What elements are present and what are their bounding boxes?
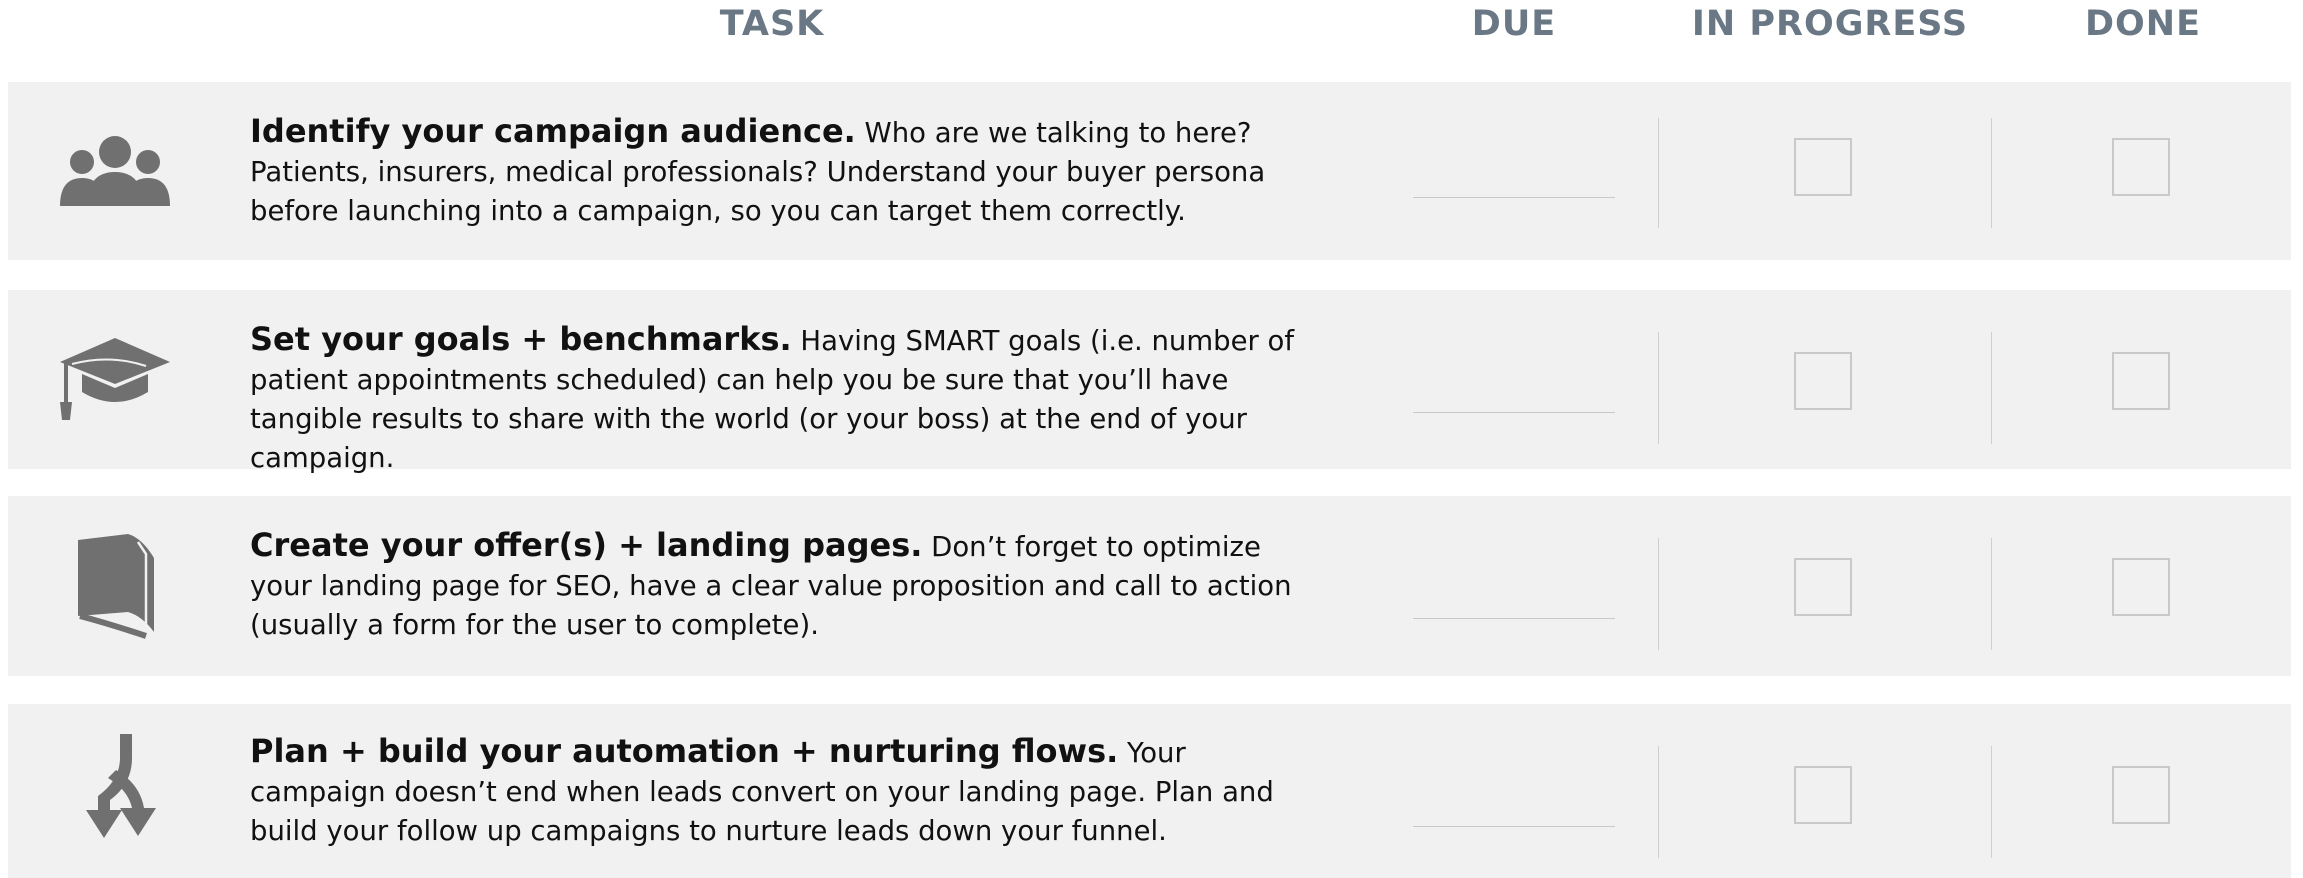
in-progress-checkbox[interactable] <box>1794 558 1852 616</box>
column-header-due: DUE <box>1471 4 1557 44</box>
book-icon <box>50 532 180 642</box>
task-row: Identify your campaign audience. Who are… <box>8 82 2291 260</box>
done-checkbox[interactable] <box>2112 558 2170 616</box>
in-progress-checkbox[interactable] <box>1794 766 1852 824</box>
due-date-field[interactable] <box>1413 618 1615 619</box>
table-header: TASK DUE IN PROGRESS DONE <box>0 0 2303 52</box>
task-title: Plan + build your automation + nurturing… <box>250 732 1119 770</box>
due-date-field[interactable] <box>1413 412 1615 413</box>
in-progress-checkbox[interactable] <box>1794 352 1852 410</box>
done-checkbox[interactable] <box>2112 352 2170 410</box>
graduation-cap-icon <box>50 326 180 436</box>
task-title: Set your goals + benchmarks. <box>250 320 792 358</box>
due-date-field[interactable] <box>1413 197 1615 198</box>
column-divider <box>1991 118 1992 228</box>
people-group-icon <box>50 116 180 226</box>
task-row: Set your goals + benchmarks. Having SMAR… <box>8 290 2291 474</box>
done-checkbox[interactable] <box>2112 138 2170 196</box>
task-row: Plan + build your automation + nurturing… <box>8 704 2291 878</box>
due-date-field[interactable] <box>1413 826 1615 827</box>
task-description: Plan + build your automation + nurturing… <box>250 732 1330 851</box>
column-divider <box>1658 538 1659 650</box>
split-arrows-icon <box>50 734 180 844</box>
column-divider <box>1658 118 1659 228</box>
in-progress-checkbox[interactable] <box>1794 138 1852 196</box>
column-header-in-progress: IN PROGRESS <box>1691 4 1969 44</box>
column-divider <box>1658 746 1659 858</box>
task-title: Identify your campaign audience. <box>250 112 856 150</box>
column-divider <box>1991 746 1992 858</box>
task-title: Create your offer(s) + landing pages. <box>250 526 923 564</box>
task-row: Create your offer(s) + landing pages. Do… <box>8 496 2291 676</box>
task-description: Identify your campaign audience. Who are… <box>250 112 1330 231</box>
column-header-done: DONE <box>2084 4 2201 44</box>
task-description: Set your goals + benchmarks. Having SMAR… <box>250 320 1330 478</box>
column-header-task: TASK <box>719 4 825 44</box>
column-divider <box>1658 332 1659 444</box>
column-divider <box>1991 538 1992 650</box>
column-divider <box>1991 332 1992 444</box>
done-checkbox[interactable] <box>2112 766 2170 824</box>
task-description: Create your offer(s) + landing pages. Do… <box>250 526 1330 645</box>
